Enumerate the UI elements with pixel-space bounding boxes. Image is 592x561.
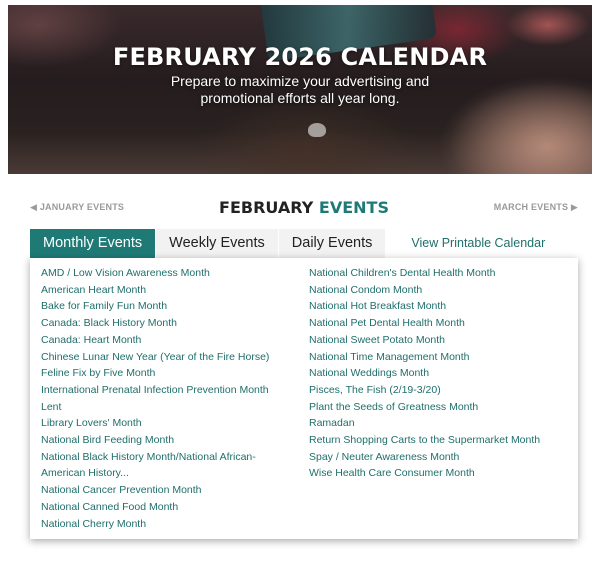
event-link[interactable]: Library Lovers' Month <box>41 415 296 432</box>
event-link[interactable]: Canada: Heart Month <box>41 332 296 349</box>
event-link[interactable]: AMD / Low Vision Awareness Month <box>41 265 296 282</box>
event-link[interactable]: Return Shopping Carts to the Supermarket… <box>309 432 571 449</box>
event-link[interactable]: National Cherry Month <box>41 516 296 533</box>
event-link[interactable]: Ramadan <box>309 415 571 432</box>
event-link[interactable]: National Weddings Month <box>309 365 571 382</box>
event-link[interactable]: Spay / Neuter Awareness Month <box>309 449 571 466</box>
event-link[interactable]: National Cancer Prevention Month <box>41 482 296 499</box>
event-tabs: Monthly Events Weekly Events Daily Event… <box>30 229 545 258</box>
event-link[interactable]: National Hot Breakfast Month <box>309 298 571 315</box>
event-link[interactable]: National Bird Feeding Month <box>41 432 296 449</box>
event-link[interactable]: Pisces, The Fish (2/19-3/20) <box>309 382 571 399</box>
printable-calendar-link[interactable]: View Printable Calendar <box>386 229 545 258</box>
next-month-link[interactable]: MARCH EVENTS ▶ <box>494 202 578 213</box>
event-link[interactable]: National Condom Month <box>309 282 571 299</box>
events-word: EVENTS <box>318 198 389 217</box>
events-list-right: National Children's Dental Health Month … <box>309 265 571 482</box>
event-link[interactable]: American Heart Month <box>41 282 296 299</box>
event-link[interactable]: Feline Fix by Five Month <box>41 365 296 382</box>
hero-subtitle: Prepare to maximize your advertising and… <box>8 73 592 107</box>
event-link[interactable]: Plant the Seeds of Greatness Month <box>309 399 571 416</box>
event-link[interactable]: Lent <box>41 399 296 416</box>
event-link[interactable]: National Black History Month/National Af… <box>41 449 296 482</box>
month-name: FEBRUARY <box>219 198 314 217</box>
event-link[interactable]: Canada: Black History Month <box>41 315 296 332</box>
hero-subtitle-line: promotional efforts all year long. <box>200 90 400 106</box>
event-link[interactable]: National Time Management Month <box>309 349 571 366</box>
event-link[interactable]: Wise Health Care Consumer Month <box>309 465 571 482</box>
event-link[interactable]: Chinese Lunar New Year (Year of the Fire… <box>41 349 296 366</box>
tab-weekly-events[interactable]: Weekly Events <box>156 229 278 258</box>
event-link[interactable]: National Children's Dental Health Month <box>309 265 571 282</box>
event-link[interactable]: National Pet Dental Health Month <box>309 315 571 332</box>
events-list-left: AMD / Low Vision Awareness Month America… <box>41 265 296 532</box>
tab-monthly-events[interactable]: Monthly Events <box>30 229 156 258</box>
month-navigation: ◀ JANUARY EVENTS FEBRUARY EVENTS MARCH E… <box>30 198 578 217</box>
event-link[interactable]: National Canned Food Month <box>41 499 296 516</box>
hero-title: FEBRUARY 2026 CALENDAR <box>112 43 488 71</box>
monthly-events-panel: AMD / Low Vision Awareness Month America… <box>30 258 578 539</box>
heart-icon <box>308 123 326 137</box>
hero-banner: FEBRUARY 2026 CALENDAR Prepare to maximi… <box>8 5 592 174</box>
event-link[interactable]: International Prenatal Infection Prevent… <box>41 382 296 399</box>
tab-daily-events[interactable]: Daily Events <box>278 229 386 258</box>
event-link[interactable]: National Sweet Potato Month <box>309 332 571 349</box>
event-link[interactable]: Bake for Family Fun Month <box>41 298 296 315</box>
hero-subtitle-line: Prepare to maximize your advertising and <box>170 73 430 89</box>
